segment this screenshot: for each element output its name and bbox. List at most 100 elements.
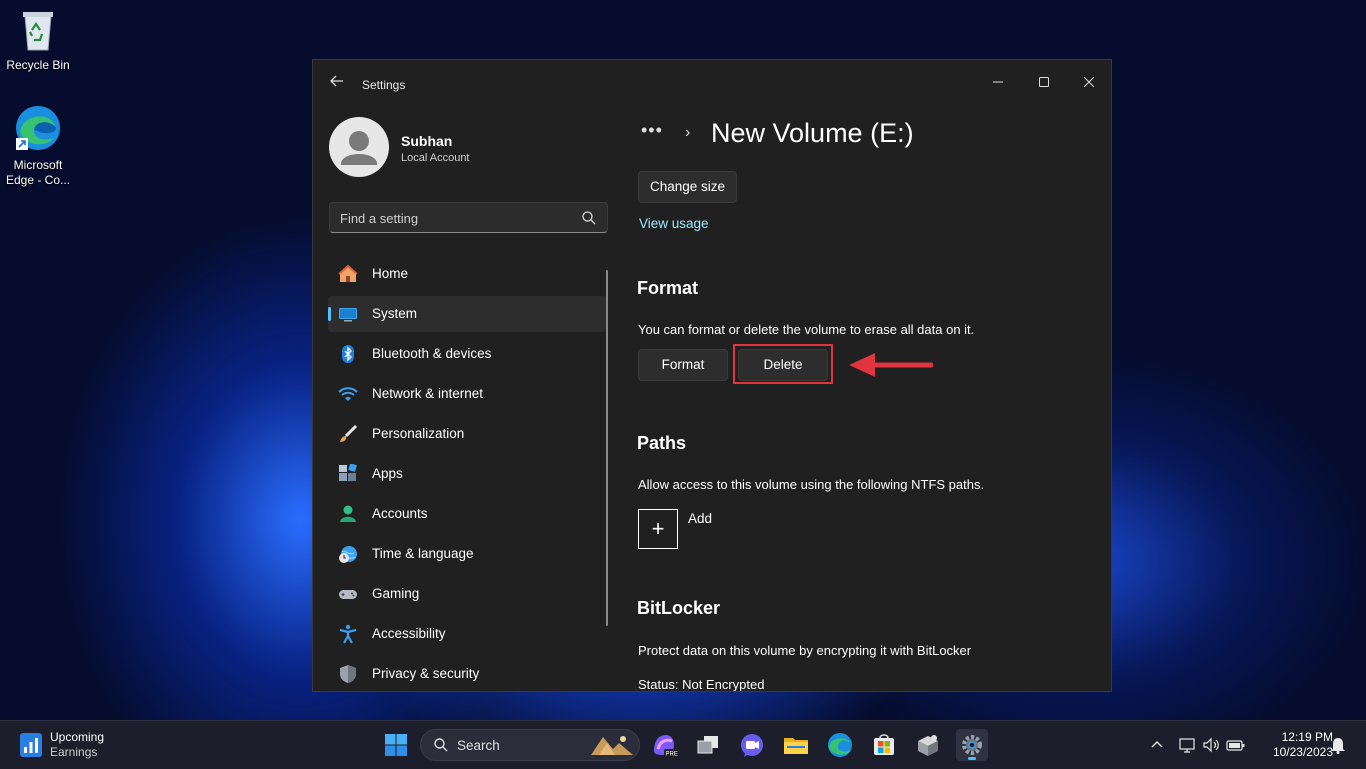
file-explorer-button[interactable] bbox=[780, 729, 812, 761]
minimize-button[interactable] bbox=[975, 66, 1021, 98]
sidebar-item-label: Home bbox=[372, 266, 409, 281]
plus-icon: + bbox=[651, 516, 665, 541]
desktop-icon-label: Microsoft Edge - Co... bbox=[5, 158, 71, 187]
paths-section-title: Paths bbox=[637, 433, 687, 453]
sidebar-item-label: Privacy & security bbox=[372, 666, 480, 681]
gear-icon bbox=[962, 735, 982, 755]
back-button[interactable] bbox=[327, 74, 347, 94]
app-taskbar-button[interactable] bbox=[912, 729, 944, 761]
add-path-button[interactable]: + bbox=[638, 509, 678, 549]
copilot-button[interactable]: PRE bbox=[648, 729, 680, 761]
taskbar-search-label: Search bbox=[457, 738, 500, 753]
breadcrumb-separator: › bbox=[685, 124, 691, 141]
volume-icon[interactable] bbox=[1202, 736, 1220, 754]
close-button[interactable] bbox=[1066, 66, 1111, 98]
sidebar-item-privacy-security[interactable]: Privacy & security bbox=[328, 656, 607, 691]
sidebar-item-personalization[interactable]: Personalization bbox=[328, 416, 607, 452]
desktop-icon-recycle-bin[interactable]: Recycle Bin bbox=[0, 8, 76, 73]
sidebar-item-label: Time & language bbox=[372, 546, 474, 561]
sidebar-item-label: Personalization bbox=[372, 426, 465, 441]
breadcrumb-more-button[interactable]: ••• bbox=[641, 120, 663, 141]
sidebar-item-label: Accounts bbox=[372, 506, 428, 521]
widgets-button[interactable]: Upcoming Earnings bbox=[18, 729, 118, 761]
clock-date: 10/23/2023 bbox=[1272, 745, 1333, 759]
maximize-button[interactable] bbox=[1021, 66, 1067, 98]
bitlocker-status: Status: Not Encrypted bbox=[638, 677, 765, 692]
edge-taskbar-button[interactable] bbox=[824, 729, 856, 761]
user-name: Subhan bbox=[401, 133, 453, 149]
sidebar-item-label: Apps bbox=[372, 466, 403, 481]
sidebar-item-time-language[interactable]: Time & language bbox=[328, 536, 607, 572]
bitlocker-section-title: BitLocker bbox=[637, 598, 721, 618]
minimize-icon bbox=[993, 81, 1003, 83]
task-view-icon bbox=[697, 736, 718, 754]
annotation-arrow-icon bbox=[849, 353, 933, 377]
wifi-icon bbox=[338, 387, 358, 401]
sidebar-nav: Home System Bluetooth & devices Network … bbox=[328, 256, 607, 691]
title-bar: Settings bbox=[313, 60, 1111, 108]
recycle-bin-icon bbox=[23, 12, 53, 51]
edge-icon bbox=[16, 106, 60, 150]
home-icon bbox=[338, 264, 358, 282]
view-usage-link[interactable]: View usage bbox=[639, 216, 709, 231]
system-icon bbox=[339, 308, 357, 322]
format-section-title: Format bbox=[637, 278, 699, 298]
gamepad-icon bbox=[339, 590, 357, 599]
format-button[interactable]: Format bbox=[638, 349, 728, 381]
edge-icon bbox=[828, 733, 852, 757]
start-button[interactable] bbox=[380, 729, 412, 761]
accessibility-icon bbox=[339, 624, 357, 644]
sidebar-item-label: System bbox=[372, 306, 418, 321]
add-path-label[interactable]: Add bbox=[688, 511, 712, 526]
clock-globe-icon bbox=[339, 546, 357, 563]
sidebar-item-system[interactable]: System bbox=[328, 296, 607, 332]
folder-icon bbox=[784, 738, 808, 754]
avatar[interactable] bbox=[329, 117, 389, 177]
notification-bell-icon[interactable] bbox=[1330, 736, 1346, 754]
sidebar-item-accounts[interactable]: Accounts bbox=[328, 496, 607, 532]
task-view-button[interactable] bbox=[692, 729, 724, 761]
taskbar-search[interactable]: Search bbox=[420, 729, 640, 761]
sidebar-item-gaming[interactable]: Gaming bbox=[328, 576, 607, 612]
settings-search bbox=[329, 202, 608, 233]
sidebar-scrollbar[interactable] bbox=[606, 270, 608, 626]
change-size-button[interactable]: Change size bbox=[638, 171, 737, 203]
clock-time: 12:19 PM bbox=[1281, 730, 1333, 744]
chevron-up-icon[interactable] bbox=[1150, 738, 1164, 752]
battery-icon[interactable] bbox=[1226, 736, 1246, 754]
settings-window: Settings Subhan Local Account Home Syste… bbox=[312, 59, 1112, 692]
settings-taskbar-button[interactable] bbox=[956, 729, 988, 761]
system-tray bbox=[1140, 721, 1250, 769]
maximize-icon bbox=[1039, 77, 1049, 87]
accounts-icon bbox=[340, 505, 356, 522]
store-button[interactable] bbox=[868, 729, 900, 761]
sidebar-item-bluetooth[interactable]: Bluetooth & devices bbox=[328, 336, 607, 372]
brush-icon bbox=[340, 424, 358, 442]
store-icon bbox=[874, 734, 894, 755]
sidebar-item-home[interactable]: Home bbox=[328, 256, 607, 292]
bluetooth-icon bbox=[342, 345, 354, 363]
window-title: Settings bbox=[362, 78, 406, 92]
stock-chart-icon bbox=[20, 733, 42, 757]
paths-description: Allow access to this volume using the fo… bbox=[638, 477, 985, 492]
search-highlight-icon bbox=[591, 736, 633, 755]
widget-title: Upcoming bbox=[50, 730, 105, 744]
sidebar-item-network[interactable]: Network & internet bbox=[328, 376, 607, 412]
account-type: Local Account bbox=[401, 152, 470, 164]
search-input[interactable] bbox=[340, 209, 570, 227]
teams-chat-button[interactable] bbox=[736, 729, 768, 761]
sidebar-item-apps[interactable]: Apps bbox=[328, 456, 607, 492]
apps-icon bbox=[339, 464, 357, 481]
sidebar-item-label: Accessibility bbox=[372, 626, 446, 641]
chat-icon bbox=[741, 734, 763, 757]
clock[interactable]: 12:19 PM 10/23/2023 bbox=[1253, 730, 1333, 760]
user-avatar-icon bbox=[341, 131, 377, 165]
network-icon[interactable] bbox=[1178, 736, 1196, 754]
desktop-icon-label: Recycle Bin bbox=[6, 58, 70, 72]
windows-logo-icon bbox=[385, 734, 407, 756]
sidebar-item-accessibility[interactable]: Accessibility bbox=[328, 616, 607, 652]
search-icon[interactable] bbox=[581, 210, 597, 226]
svg-text:PRE: PRE bbox=[666, 752, 678, 758]
copilot-icon: PRE bbox=[654, 735, 678, 758]
desktop-icon-edge[interactable]: Microsoft Edge - Co... bbox=[0, 104, 76, 188]
